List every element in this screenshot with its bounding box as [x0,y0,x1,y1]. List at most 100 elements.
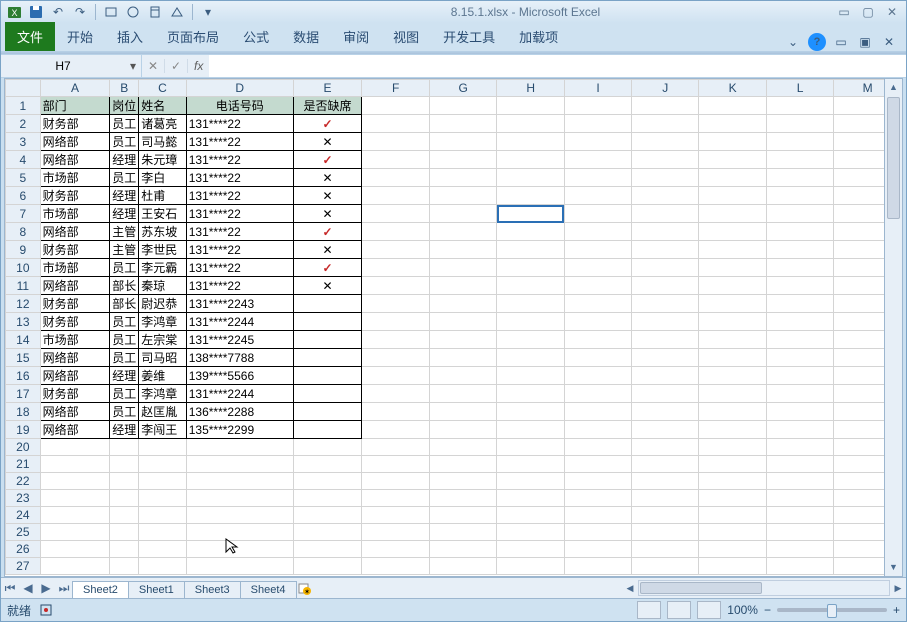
cell-E20[interactable] [293,439,362,456]
cell-K22[interactable] [699,473,766,490]
cell-F12[interactable] [362,295,429,313]
cell-K19[interactable] [699,421,766,439]
row-header-3[interactable]: 3 [6,133,41,151]
horizontal-scrollbar[interactable]: ◀ ▶ [622,580,906,596]
col-header-F[interactable]: F [362,80,429,97]
cell-A7[interactable]: 市场部 [40,205,110,223]
cell-J11[interactable] [632,277,699,295]
cell-L24[interactable] [766,507,833,524]
cell-E13[interactable] [293,313,362,331]
cell-G25[interactable] [429,524,497,541]
cell-B8[interactable]: 主管 [110,223,139,241]
cell-I18[interactable] [564,403,631,421]
cell-K18[interactable] [699,403,766,421]
cell-H18[interactable] [497,403,565,421]
cell-F27[interactable] [362,558,429,575]
cell-I10[interactable] [564,259,631,277]
hscroll-thumb[interactable] [640,582,762,594]
cell-G8[interactable] [429,223,497,241]
col-header-H[interactable]: H [497,80,565,97]
cell-L18[interactable] [766,403,833,421]
col-header-K[interactable]: K [699,80,766,97]
cell-C4[interactable]: 朱元璋 [139,151,186,169]
cell-G18[interactable] [429,403,497,421]
cell-H20[interactable] [497,439,565,456]
hscroll-right-icon[interactable]: ▶ [890,583,906,594]
cell-E14[interactable] [293,331,362,349]
cell-D12[interactable]: 131****2243 [186,295,293,313]
cell-H19[interactable] [497,421,565,439]
cell-G16[interactable] [429,367,497,385]
cell-D22[interactable] [186,473,293,490]
scroll-down-icon[interactable]: ▼ [885,559,902,576]
row-header-4[interactable]: 4 [6,151,41,169]
cell-E23[interactable] [293,490,362,507]
cell-F3[interactable] [362,133,429,151]
cell-G6[interactable] [429,187,497,205]
cell-C12[interactable]: 尉迟恭 [139,295,186,313]
cell-K14[interactable] [699,331,766,349]
cell-I1[interactable] [564,97,631,115]
cell-A19[interactable]: 网络部 [40,421,110,439]
cell-B7[interactable]: 经理 [110,205,139,223]
maximize-icon[interactable]: ▢ [858,5,878,19]
cell-A15[interactable]: 网络部 [40,349,110,367]
cancel-formula-icon[interactable]: ✕ [142,59,165,73]
cell-E1[interactable]: 是否缺席 [293,97,362,115]
name-box-dropdown-icon[interactable]: ▾ [125,59,141,73]
cell-F14[interactable] [362,331,429,349]
cell-F7[interactable] [362,205,429,223]
cell-J8[interactable] [632,223,699,241]
cell-G11[interactable] [429,277,497,295]
cell-C19[interactable]: 李闯王 [139,421,186,439]
cell-A3[interactable]: 网络部 [40,133,110,151]
cell-I22[interactable] [564,473,631,490]
cell-F2[interactable] [362,115,429,133]
col-header-J[interactable]: J [632,80,699,97]
cell-C16[interactable]: 姜维 [139,367,186,385]
cell-C14[interactable]: 左宗棠 [139,331,186,349]
cell-L15[interactable] [766,349,833,367]
cell-C11[interactable]: 秦琼 [139,277,186,295]
col-header-G[interactable]: G [429,80,497,97]
cell-J26[interactable] [632,541,699,558]
cell-J9[interactable] [632,241,699,259]
col-header-I[interactable]: I [564,80,631,97]
cell-K16[interactable] [699,367,766,385]
cell-I11[interactable] [564,277,631,295]
tab-home[interactable]: 开始 [55,22,105,51]
cell-J16[interactable] [632,367,699,385]
tab-review[interactable]: 审阅 [331,22,381,51]
cell-A12[interactable]: 财务部 [40,295,110,313]
cell-H14[interactable] [497,331,565,349]
cell-A26[interactable] [40,541,110,558]
cell-I20[interactable] [564,439,631,456]
cell-E26[interactable] [293,541,362,558]
cell-B15[interactable]: 员工 [110,349,139,367]
cell-D14[interactable]: 131****2245 [186,331,293,349]
cell-K11[interactable] [699,277,766,295]
cell-I21[interactable] [564,456,631,473]
cell-J19[interactable] [632,421,699,439]
cell-G22[interactable] [429,473,497,490]
cell-I7[interactable] [564,205,631,223]
row-header-15[interactable]: 15 [6,349,41,367]
cell-B14[interactable]: 员工 [110,331,139,349]
cell-J10[interactable] [632,259,699,277]
row-header-10[interactable]: 10 [6,259,41,277]
cell-E27[interactable] [293,558,362,575]
cell-F24[interactable] [362,507,429,524]
cell-A25[interactable] [40,524,110,541]
excel-icon[interactable]: X [5,3,23,21]
cell-B24[interactable] [110,507,139,524]
cell-B21[interactable] [110,456,139,473]
cell-D25[interactable] [186,524,293,541]
cell-F1[interactable] [362,97,429,115]
row-header-1[interactable]: 1 [6,97,41,115]
row-header-19[interactable]: 19 [6,421,41,439]
help-icon[interactable]: ? [808,33,826,51]
cell-E6[interactable]: ✕ [293,187,362,205]
cell-B18[interactable]: 员工 [110,403,139,421]
cell-L11[interactable] [766,277,833,295]
cell-H23[interactable] [497,490,565,507]
